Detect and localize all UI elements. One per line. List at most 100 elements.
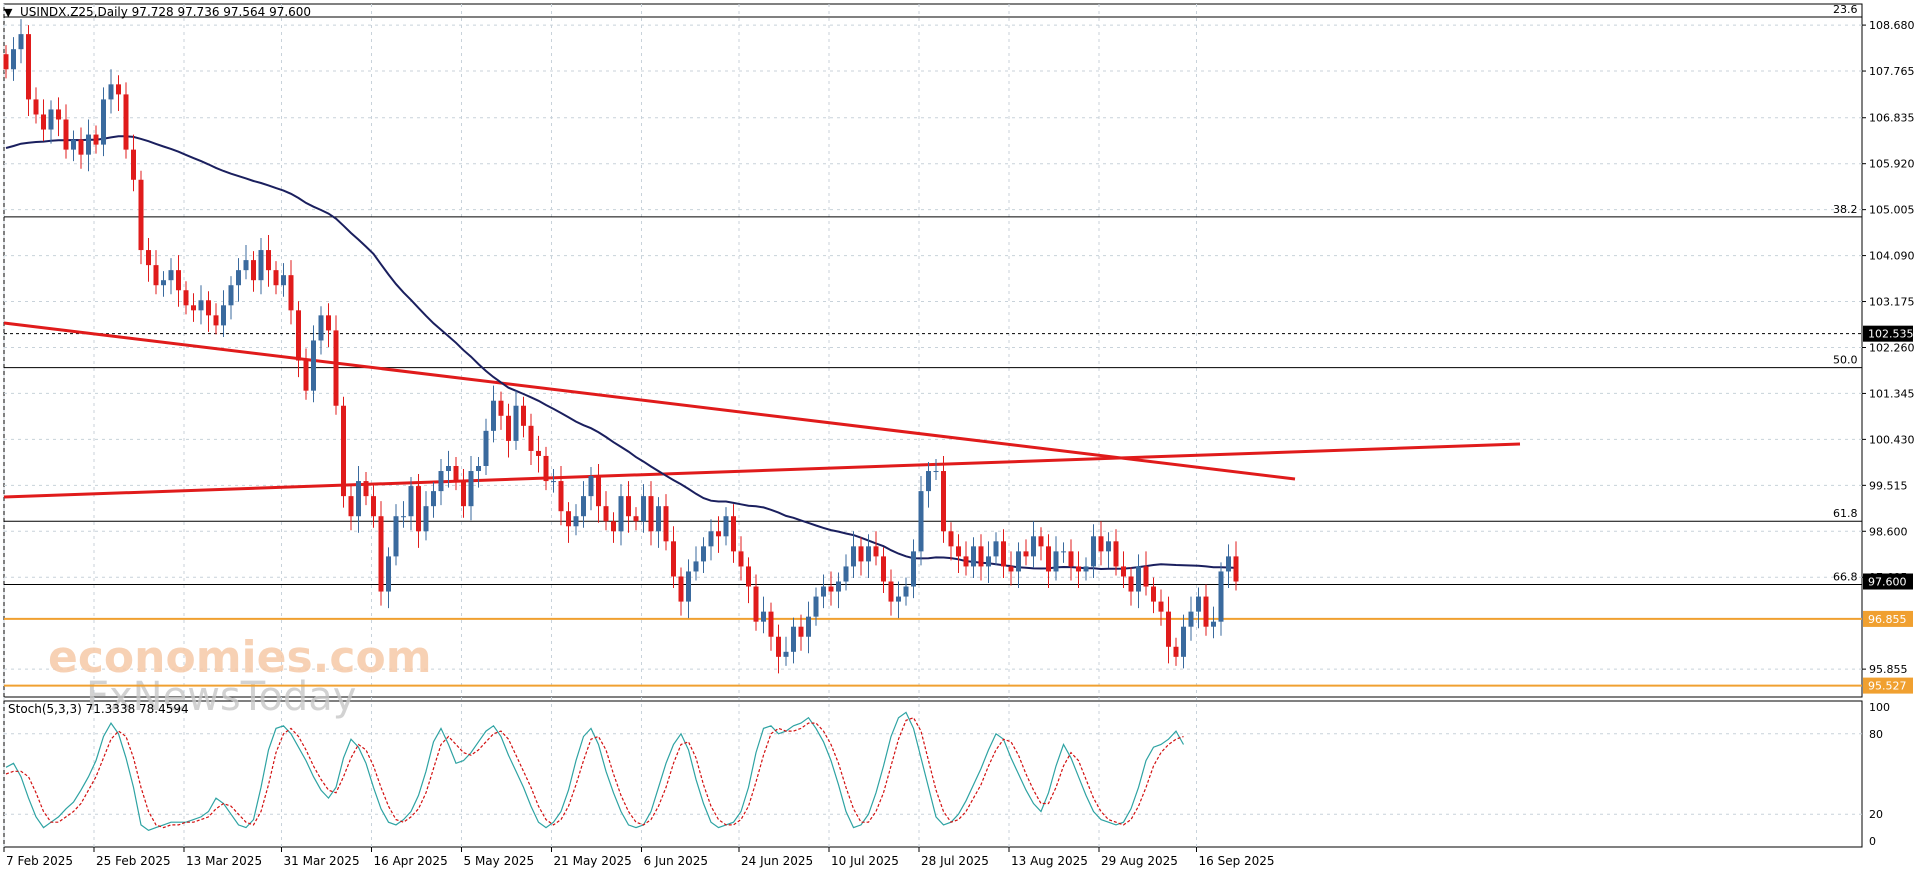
candle-bull [926, 471, 931, 492]
candle-bull [1061, 551, 1066, 553]
fib-label: 61.8 [1833, 507, 1858, 520]
x-tick-label: 25 Feb 2025 [96, 854, 171, 868]
candle-bear [378, 516, 384, 592]
candle-bear [1001, 541, 1006, 567]
candle-bear [873, 546, 879, 557]
candle-bear [93, 134, 99, 145]
candle-bull [431, 491, 436, 507]
candle-bull [933, 471, 939, 473]
stoch-header: Stoch(5,3,3) 71.3338 78.4594 [8, 702, 189, 716]
candle-bull [911, 551, 916, 587]
candle-bear [183, 290, 189, 306]
candle-bear [333, 330, 339, 406]
candle-bull [86, 134, 91, 155]
x-tick-label: 16 Apr 2025 [374, 854, 448, 868]
candle-bull [356, 481, 361, 517]
fib-levels: 23.6 38.2 50.0 61.8 66.8 [4, 3, 1862, 586]
dotted-level-label: 102.535 [1868, 328, 1914, 341]
candle-bear [678, 576, 684, 602]
candle-bull [821, 586, 826, 597]
candle-bull [971, 546, 976, 567]
x-tick-label: 24 Jun 2025 [741, 854, 813, 868]
candle-bear [566, 511, 571, 527]
candle-bull [1091, 536, 1096, 567]
candle-bear [956, 546, 961, 557]
candle-bull [903, 586, 909, 597]
candle-bull [468, 471, 474, 507]
candle-bull [401, 516, 406, 518]
candle-bear [206, 300, 211, 316]
candle-bear [348, 496, 354, 517]
candle-bear [146, 250, 151, 266]
collapse-triangle-icon[interactable]: ▼ [4, 6, 13, 19]
candle-bull [243, 260, 249, 271]
candle-bull [108, 84, 114, 100]
candle-bull [11, 49, 16, 70]
candle-bear [941, 471, 946, 532]
candle-bull [258, 250, 264, 281]
candle-bear [536, 450, 541, 456]
candle-bear [1143, 566, 1149, 587]
candle-bear [633, 516, 639, 522]
candle-bear [858, 546, 864, 562]
candle-bull [71, 139, 76, 150]
candle-bear [1068, 551, 1074, 567]
candle-bear [153, 265, 159, 286]
candle-bear [611, 521, 616, 532]
candle-bull [686, 571, 691, 602]
candle-bull [843, 566, 849, 582]
candle-bear [1233, 556, 1239, 582]
candle-bear [521, 405, 526, 426]
candle-bear [131, 149, 136, 180]
candle-bear [1046, 546, 1051, 572]
trendlines [3, 321, 1521, 499]
candle-bull [618, 496, 624, 532]
candle-bull [866, 546, 871, 562]
candle-bear [1113, 541, 1119, 567]
candle-bear [626, 496, 631, 517]
x-tick-label: 5 May 2025 [464, 854, 535, 868]
candle-bull [641, 496, 646, 522]
symbol-header: USINDX.Z25,Daily 97.728 97.736 97.564 97… [20, 5, 311, 19]
candle-bear [506, 415, 511, 441]
candle-bull [993, 541, 999, 557]
candle-bull [1031, 536, 1036, 557]
candle-bear [296, 310, 301, 361]
candle-bull [513, 405, 519, 441]
candle-bear [41, 114, 46, 130]
candle-bull [896, 596, 901, 602]
candle-bull [588, 476, 594, 497]
price-axis: 108.680 107.765 106.835 105.920 105.005 104.0… [1862, 19, 1915, 676]
candle-bear [596, 476, 601, 507]
time-axis: 7 Feb 2025 25 Feb 2025 13 Mar 2025 31 Mar 2… [3, 847, 1275, 868]
candle-bull [423, 506, 429, 532]
candle-bear [266, 250, 271, 271]
candle-bull [393, 516, 399, 557]
candle-bear [948, 531, 954, 547]
y-tick-label: 100.430 [1869, 433, 1915, 446]
candle-bear [828, 586, 834, 592]
candle-bear [978, 546, 984, 567]
candle-bear [1098, 536, 1104, 552]
candle-bear [648, 496, 654, 532]
lower-level-label: 95.527 [1868, 680, 1907, 693]
candle-bull [48, 109, 54, 130]
candle-bull [708, 531, 714, 547]
candle-bear [213, 315, 219, 326]
candle-bull [438, 471, 444, 492]
candle-bull [918, 491, 924, 552]
x-tick-label: 29 Aug 2025 [1101, 854, 1178, 868]
candle-bear [1076, 566, 1081, 572]
candle-bear [776, 636, 781, 657]
fib-label: 38.2 [1833, 203, 1858, 216]
candle-bull [551, 481, 556, 483]
candle-bull [1226, 556, 1231, 572]
candle-bull [236, 270, 241, 286]
candle-bear [1203, 596, 1209, 627]
y-tick-label: 107.765 [1869, 65, 1915, 78]
y-tick-label: 103.175 [1869, 296, 1915, 309]
x-tick-label: 10 Jul 2025 [831, 854, 899, 868]
stoch-panel-frame [3, 700, 1863, 848]
candle-bull [783, 651, 789, 657]
candle-bear [798, 626, 804, 637]
